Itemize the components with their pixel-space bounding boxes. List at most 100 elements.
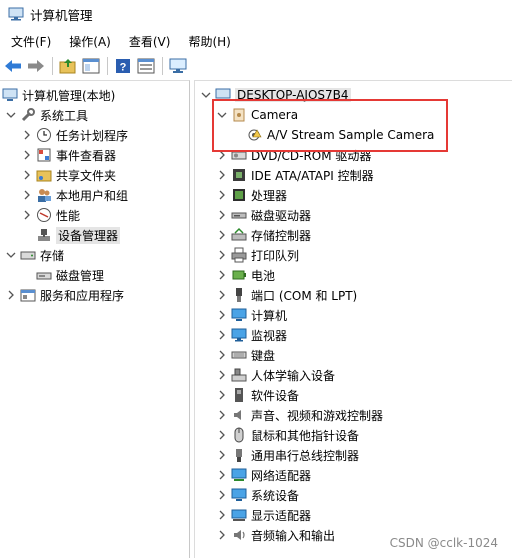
chevron-right-icon[interactable]	[215, 528, 229, 542]
menu-view[interactable]: 查看(V)	[122, 31, 178, 52]
toolbar-separator	[107, 57, 108, 75]
monitor-button[interactable]	[167, 55, 189, 77]
chevron-right-icon[interactable]	[215, 388, 229, 402]
device-category[interactable]: 显示适配器	[215, 505, 311, 525]
services-icon	[20, 287, 36, 303]
device-category[interactable]: 磁盘驱动器	[215, 205, 311, 225]
chevron-right-icon[interactable]	[215, 308, 229, 322]
tree-label: 计算机	[251, 308, 288, 323]
chevron-right-icon[interactable]	[215, 248, 229, 262]
folder-up-icon	[59, 59, 76, 74]
menu-file[interactable]: 文件(F)	[4, 31, 58, 52]
menu-help[interactable]: 帮助(H)	[181, 31, 237, 52]
chevron-right-icon[interactable]	[215, 168, 229, 182]
highlight-annotation	[212, 99, 448, 152]
device-category[interactable]: 监视器	[215, 325, 287, 345]
tree-item-storage[interactable]: 存储	[4, 245, 64, 265]
chevron-right-icon[interactable]	[215, 448, 229, 462]
device-category[interactable]: 声音、视频和游戏控制器	[215, 405, 383, 425]
chevron-right-icon[interactable]	[215, 208, 229, 222]
storage-icon	[20, 247, 36, 263]
device-category[interactable]: 键盘	[215, 345, 275, 365]
clock-icon	[36, 127, 52, 143]
storage-controller-icon	[231, 227, 247, 243]
chevron-right-icon[interactable]	[20, 208, 34, 222]
tree-label: 键盘	[251, 348, 276, 363]
tree-item-event-viewer[interactable]: 事件查看器	[20, 145, 116, 165]
chevron-right-icon[interactable]	[215, 408, 229, 422]
svg-text:?: ?	[120, 62, 127, 74]
toolbar-separator	[52, 57, 53, 75]
up-level-button[interactable]	[57, 55, 79, 77]
chevron-right-icon[interactable]	[215, 348, 229, 362]
chevron-right-icon[interactable]	[215, 508, 229, 522]
chevron-right-icon[interactable]	[215, 488, 229, 502]
processor-icon	[231, 187, 247, 203]
tree-item-system-tools[interactable]: 系统工具	[4, 105, 88, 125]
chevron-right-icon[interactable]	[215, 268, 229, 282]
device-category[interactable]: 打印队列	[215, 245, 299, 265]
show-hide-tree-button[interactable]	[80, 55, 102, 77]
chevron-right-icon[interactable]	[215, 328, 229, 342]
device-category[interactable]: 计算机	[215, 305, 287, 325]
menu-bar: 文件(F) 操作(A) 查看(V) 帮助(H)	[0, 30, 512, 52]
device-category[interactable]: 电池	[215, 265, 275, 285]
device-category[interactable]: 处理器	[215, 185, 287, 205]
chevron-right-icon[interactable]	[4, 288, 18, 302]
chevron-right-icon[interactable]	[215, 188, 229, 202]
chevron-right-icon[interactable]	[20, 168, 34, 182]
chevron-right-icon[interactable]	[215, 228, 229, 242]
tree-label: 本地用户和组	[56, 188, 129, 203]
tree-item-task-scheduler[interactable]: 任务计划程序	[20, 125, 128, 145]
chevron-down-icon[interactable]	[4, 108, 18, 122]
device-category[interactable]: 音频输入和输出	[215, 525, 335, 545]
tree-label: 计算机管理(本地)	[22, 88, 116, 103]
chevron-down-icon[interactable]	[4, 248, 18, 262]
menu-action[interactable]: 操作(A)	[62, 31, 118, 52]
chevron-down-icon[interactable]	[199, 88, 213, 102]
tree-label: 处理器	[251, 188, 288, 203]
properties-button[interactable]	[135, 55, 157, 77]
device-category[interactable]: 网络适配器	[215, 465, 311, 485]
display-adapter-icon	[231, 507, 247, 523]
tree-item-performance[interactable]: 性能	[20, 205, 80, 225]
tree-item-services-apps[interactable]: 服务和应用程序	[4, 285, 124, 305]
chevron-right-icon[interactable]	[215, 368, 229, 382]
tree-label: 服务和应用程序	[40, 288, 125, 303]
chevron-right-icon[interactable]	[20, 128, 34, 142]
tree-label: 音频输入和输出	[251, 528, 336, 543]
chevron-right-icon[interactable]	[20, 188, 34, 202]
device-category[interactable]: 软件设备	[215, 385, 299, 405]
tree-label: 声音、视频和游戏控制器	[251, 408, 384, 423]
device-category[interactable]: 存储控制器	[215, 225, 311, 245]
software-device-icon	[231, 387, 247, 403]
help-icon: ?	[116, 59, 130, 74]
computer-management-icon	[2, 87, 18, 103]
tree-item-shared-folders[interactable]: 共享文件夹	[20, 165, 116, 185]
tree-item-disk-management[interactable]: 磁盘管理	[36, 265, 104, 285]
chevron-right-icon[interactable]	[20, 148, 34, 162]
tree-label: 监视器	[251, 328, 288, 343]
device-category[interactable]: IDE ATA/ATAPI 控制器	[215, 165, 374, 185]
device-category[interactable]: 系统设备	[215, 485, 299, 505]
network-adapter-icon	[231, 467, 247, 483]
forward-button[interactable]	[25, 55, 47, 77]
tree-label: 鼠标和其他指针设备	[251, 428, 360, 443]
monitor-icon	[231, 327, 247, 343]
help-button[interactable]: ?	[112, 55, 134, 77]
tree-label: 性能	[56, 208, 81, 223]
tree-label: 端口 (COM 和 LPT)	[251, 288, 358, 303]
device-category[interactable]: 人体学输入设备	[215, 365, 335, 385]
tree-item-device-manager[interactable]: 设备管理器	[36, 225, 121, 245]
chevron-right-icon[interactable]	[215, 468, 229, 482]
tree-label: 设备管理器	[56, 226, 121, 244]
back-button[interactable]	[2, 55, 24, 77]
tree-item-computer-management[interactable]: 计算机管理(本地)	[2, 85, 115, 105]
chevron-right-icon[interactable]	[215, 428, 229, 442]
device-category[interactable]: 鼠标和其他指针设备	[215, 425, 359, 445]
device-category[interactable]: 通用串行总线控制器	[215, 445, 359, 465]
chevron-right-icon[interactable]	[215, 288, 229, 302]
tree-item-local-users[interactable]: 本地用户和组	[20, 185, 128, 205]
monitor-icon	[169, 58, 187, 73]
device-category[interactable]: 端口 (COM 和 LPT)	[215, 285, 357, 305]
